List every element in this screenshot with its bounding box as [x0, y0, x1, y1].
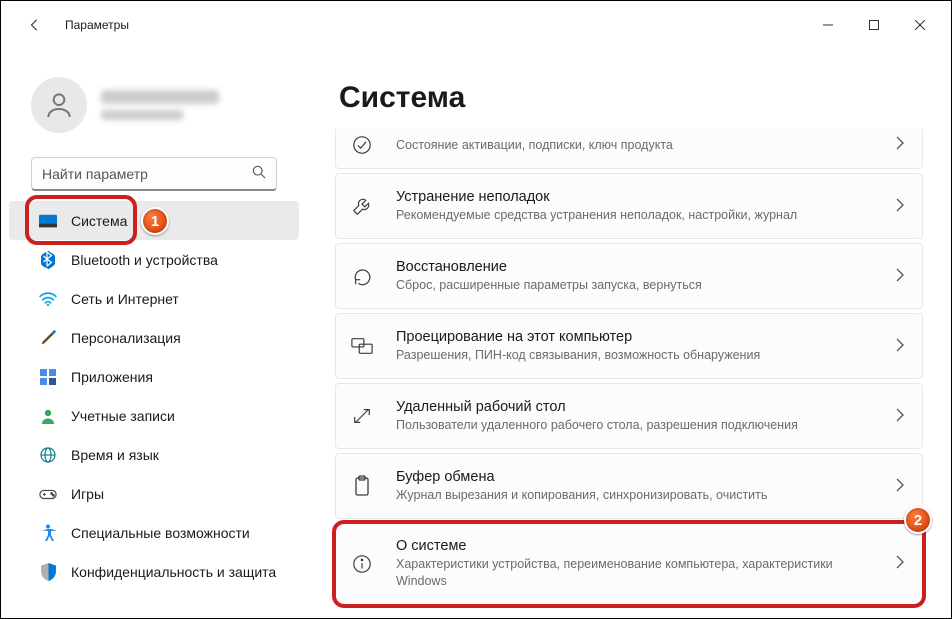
search-box[interactable]	[31, 157, 277, 191]
card-about[interactable]: 2 О системе Характеристики устройства, п…	[335, 523, 923, 605]
card-subtitle: Пользователи удаленного рабочего стола, …	[396, 417, 874, 434]
system-icon	[39, 212, 57, 230]
nav-item-gaming[interactable]: Игры	[9, 474, 299, 513]
card-title: Буфер обмена	[396, 469, 874, 485]
nav-label: Игры	[71, 486, 104, 502]
about-icon	[350, 554, 374, 574]
chevron-right-icon	[896, 338, 904, 355]
back-button[interactable]	[17, 7, 53, 43]
user-text	[101, 90, 219, 120]
user-email-redacted	[101, 110, 183, 120]
person-icon	[39, 407, 57, 425]
card-subtitle: Журнал вырезания и копирования, синхрони…	[396, 487, 874, 504]
card-title: О системе	[396, 538, 874, 554]
close-button[interactable]	[897, 9, 943, 41]
card-subtitle: Сброс, расширенные параметры запуска, ве…	[396, 277, 874, 294]
card-remote-desktop[interactable]: Удаленный рабочий стол Пользователи удал…	[335, 383, 923, 449]
nav-label: Учетные записи	[71, 408, 175, 424]
card-title: Устранение неполадок	[396, 189, 874, 205]
user-block[interactable]	[9, 49, 299, 157]
apps-icon	[39, 368, 57, 386]
card-recovery[interactable]: Восстановление Сброс, расширенные параме…	[335, 243, 923, 309]
nav-label: Время и язык	[71, 447, 159, 463]
window-controls	[805, 9, 943, 41]
card-subtitle: Характеристики устройства, переименовани…	[396, 556, 874, 590]
card-project[interactable]: Проецирование на этот компьютер Разрешен…	[335, 313, 923, 379]
nav-item-accounts[interactable]: Учетные записи	[9, 396, 299, 435]
nav-label: Конфиденциальность и защита	[71, 564, 276, 580]
titlebar: Параметры	[1, 1, 951, 49]
nav-label: Специальные возможности	[71, 525, 250, 541]
globe-icon	[39, 446, 57, 464]
chevron-right-icon	[896, 198, 904, 215]
card-troubleshoot[interactable]: Устранение неполадок Рекомендуемые средс…	[335, 173, 923, 239]
user-name-redacted	[101, 90, 219, 104]
nav-item-personalization[interactable]: Персонализация	[9, 318, 299, 357]
nav-item-network[interactable]: Сеть и Интернет	[9, 279, 299, 318]
page-title: Система	[339, 81, 923, 115]
card-activation[interactable]: Состояние активации, подписки, ключ прод…	[335, 129, 923, 169]
nav-item-accessibility[interactable]: Специальные возможности	[9, 513, 299, 552]
card-subtitle: Состояние активации, подписки, ключ прод…	[396, 137, 874, 154]
nav-item-bluetooth[interactable]: Bluetooth и устройства	[9, 240, 299, 279]
recovery-icon	[350, 266, 374, 286]
nav-label: Сеть и Интернет	[71, 291, 179, 307]
activation-icon	[350, 135, 374, 155]
chevron-right-icon	[896, 478, 904, 495]
card-subtitle: Рекомендуемые средства устранения непола…	[396, 207, 874, 224]
card-clipboard[interactable]: Буфер обмена Журнал вырезания и копирова…	[335, 453, 923, 519]
settings-list: Состояние активации, подписки, ключ прод…	[335, 129, 923, 605]
nav: 1 Система Bluetooth и устройства Сеть и …	[9, 201, 299, 591]
card-title: Проецирование на этот компьютер	[396, 329, 874, 345]
shield-icon	[39, 563, 57, 581]
maximize-button[interactable]	[851, 9, 897, 41]
accessibility-icon	[39, 524, 57, 542]
sidebar: 1 Система Bluetooth и устройства Сеть и …	[1, 49, 307, 618]
card-title: Удаленный рабочий стол	[396, 399, 874, 415]
bluetooth-icon	[39, 251, 57, 269]
remote-icon	[350, 406, 374, 426]
clipboard-icon	[350, 475, 374, 497]
nav-label: Приложения	[71, 369, 153, 385]
games-icon	[39, 485, 57, 503]
chevron-right-icon	[896, 268, 904, 285]
card-subtitle: Разрешения, ПИН-код связывания, возможно…	[396, 347, 874, 364]
chevron-right-icon	[896, 408, 904, 425]
tutorial-badge-2: 2	[904, 506, 932, 534]
card-title: Восстановление	[396, 259, 874, 275]
wifi-icon	[39, 290, 57, 308]
troubleshoot-icon	[350, 195, 374, 217]
window-title: Параметры	[65, 18, 129, 32]
search-input[interactable]	[42, 166, 252, 182]
project-icon	[350, 337, 374, 355]
chevron-right-icon	[896, 555, 904, 572]
search-icon	[252, 165, 266, 182]
brush-icon	[39, 329, 57, 347]
nav-item-privacy[interactable]: Конфиденциальность и защита	[9, 552, 299, 591]
nav-label: Система	[71, 213, 127, 229]
nav-item-apps[interactable]: Приложения	[9, 357, 299, 396]
tutorial-badge-1: 1	[141, 207, 169, 235]
chevron-right-icon	[896, 136, 904, 153]
minimize-button[interactable]	[805, 9, 851, 41]
nav-label: Bluetooth и устройства	[71, 252, 218, 268]
nav-item-time-language[interactable]: Время и язык	[9, 435, 299, 474]
avatar	[31, 77, 87, 133]
main-content: Система Состояние активации, подписки, к…	[307, 49, 951, 618]
nav-label: Персонализация	[71, 330, 181, 346]
